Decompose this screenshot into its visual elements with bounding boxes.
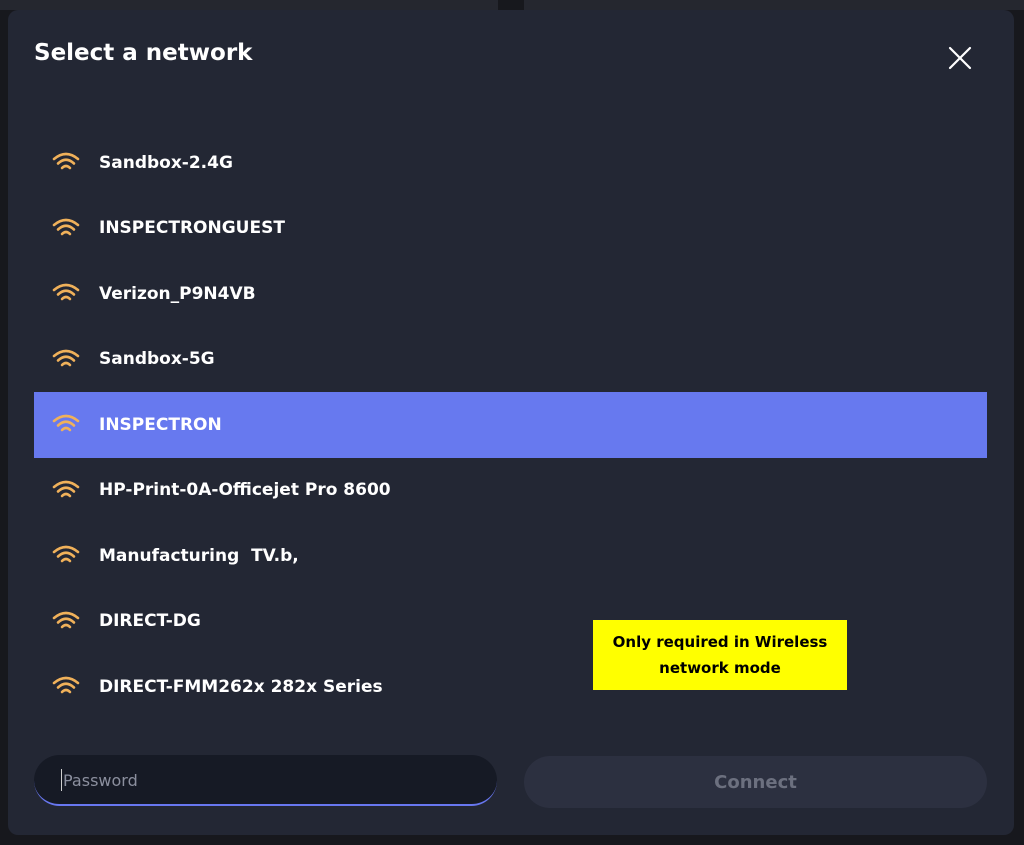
network-name: Sandbox-5G — [99, 349, 215, 370]
password-input[interactable] — [61, 755, 485, 805]
dialog-title: Select a network — [34, 40, 253, 66]
network-select-dialog: Select a network Sandbox-2.4G INSPECTRONG… — [8, 10, 1014, 835]
wifi-icon — [52, 218, 80, 235]
background-panel-right — [524, 0, 1024, 10]
wifi-icon — [52, 480, 80, 497]
close-button[interactable] — [942, 40, 978, 76]
network-name: Sandbox-2.4G — [99, 152, 233, 173]
network-item[interactable]: Sandbox-5G — [34, 327, 987, 393]
network-item[interactable]: INSPECTRON — [34, 392, 987, 458]
network-name: INSPECTRON — [99, 414, 222, 435]
wifi-icon — [52, 545, 80, 563]
network-item[interactable]: Verizon_P9N4VB — [34, 261, 987, 327]
wifi-icon — [52, 349, 80, 366]
network-name: DIRECT-FMM262x 282x Series — [99, 676, 383, 697]
network-name: Verizon_P9N4VB — [99, 283, 256, 304]
connect-button[interactable]: Connect — [524, 756, 987, 808]
password-field[interactable] — [34, 755, 497, 806]
network-name: Manufacturing TV.b, — [99, 545, 299, 566]
wifi-icon — [52, 152, 80, 170]
network-item[interactable]: INSPECTRONGUEST — [34, 196, 987, 262]
network-name: HP-Print-0A-Officejet Pro 8600 — [99, 480, 391, 501]
network-name: DIRECT-DG — [99, 611, 201, 632]
network-item[interactable]: HP-Print-0A-Officejet Pro 8600 — [34, 458, 987, 524]
wifi-icon — [52, 283, 80, 301]
wifi-icon — [52, 611, 80, 628]
network-name: INSPECTRONGUEST — [99, 218, 285, 239]
wifi-icon — [52, 414, 80, 432]
network-item[interactable]: Sandbox-2.4G — [34, 130, 987, 196]
annotation-note: Only required in Wireless network mode — [593, 620, 847, 690]
network-item[interactable]: Manufacturing TV.b, — [34, 523, 987, 589]
connect-button-label: Connect — [714, 771, 797, 793]
background-panel-left — [0, 0, 498, 10]
annotation-text: Only required in Wireless network mode — [612, 633, 828, 677]
close-icon — [948, 46, 972, 70]
wifi-icon — [52, 676, 80, 694]
